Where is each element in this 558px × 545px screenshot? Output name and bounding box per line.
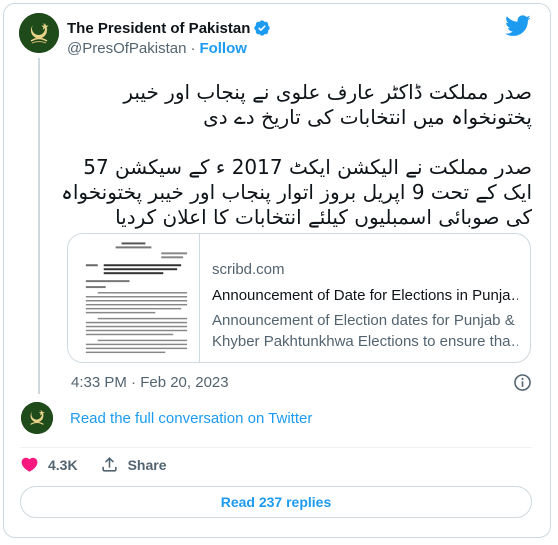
share-button[interactable]: Share: [100, 455, 167, 474]
link-card-body: scribd.com Announcement of Date for Elec…: [200, 234, 530, 362]
tweet-timestamp[interactable]: 4:33 PM · Feb 20, 2023: [71, 374, 229, 391]
tweet-actions: 4.3K Share: [20, 455, 189, 474]
link-description: Announcement of Election dates for Punja…: [212, 310, 518, 352]
link-description-line: Announcement of Election dates for Punja…: [212, 312, 515, 329]
author-handle[interactable]: @PresOfPakistan: [67, 40, 186, 57]
read-conversation-link[interactable]: Read the full conversation on Twitter: [70, 410, 312, 427]
author-display-name[interactable]: The President of Pakistan: [67, 20, 250, 37]
like-button[interactable]: 4.3K: [20, 455, 78, 474]
document-thumbnail: [68, 234, 200, 362]
link-description-line: Khyber Pakhtunkhwa Elections to ensure t…: [212, 333, 518, 350]
tweet-paragraph: صدر مملکت ڈاکٹر عارف علوی نے پنجاب اور خ…: [123, 80, 532, 129]
author-name-row[interactable]: The President of Pakistan: [67, 19, 271, 37]
tweet-paragraph: صدر مملکت نے الیکشن ایکٹ 2017 ء کے سیکشن…: [61, 155, 532, 229]
link-domain: scribd.com: [212, 261, 285, 278]
presidential-emblem-icon: [19, 13, 59, 53]
read-replies-button[interactable]: Read 237 replies: [20, 486, 532, 518]
reader-avatar: [21, 402, 53, 434]
share-label: Share: [127, 456, 167, 473]
verified-badge-icon: [253, 19, 271, 37]
like-count: 4.3K: [48, 456, 78, 473]
share-icon: [101, 457, 117, 472]
link-title: Announcement of Date for Elections in Pu…: [212, 287, 518, 304]
twitter-bird-icon[interactable]: [505, 15, 531, 37]
link-preview-card[interactable]: scribd.com Announcement of Date for Elec…: [67, 233, 531, 363]
presidential-emblem-icon: [21, 402, 53, 434]
heart-icon: [21, 457, 38, 472]
divider: [20, 447, 532, 448]
follow-button[interactable]: Follow: [199, 40, 247, 57]
separator-dot: ·: [190, 40, 196, 57]
thread-line: [38, 58, 40, 394]
author-handle-row: @PresOfPakistan · Follow: [67, 40, 247, 57]
author-avatar[interactable]: [19, 13, 59, 53]
info-icon[interactable]: [513, 373, 532, 392]
tweet-text: صدر مملکت ڈاکٹر عارف علوی نے پنجاب اور خ…: [60, 80, 532, 230]
